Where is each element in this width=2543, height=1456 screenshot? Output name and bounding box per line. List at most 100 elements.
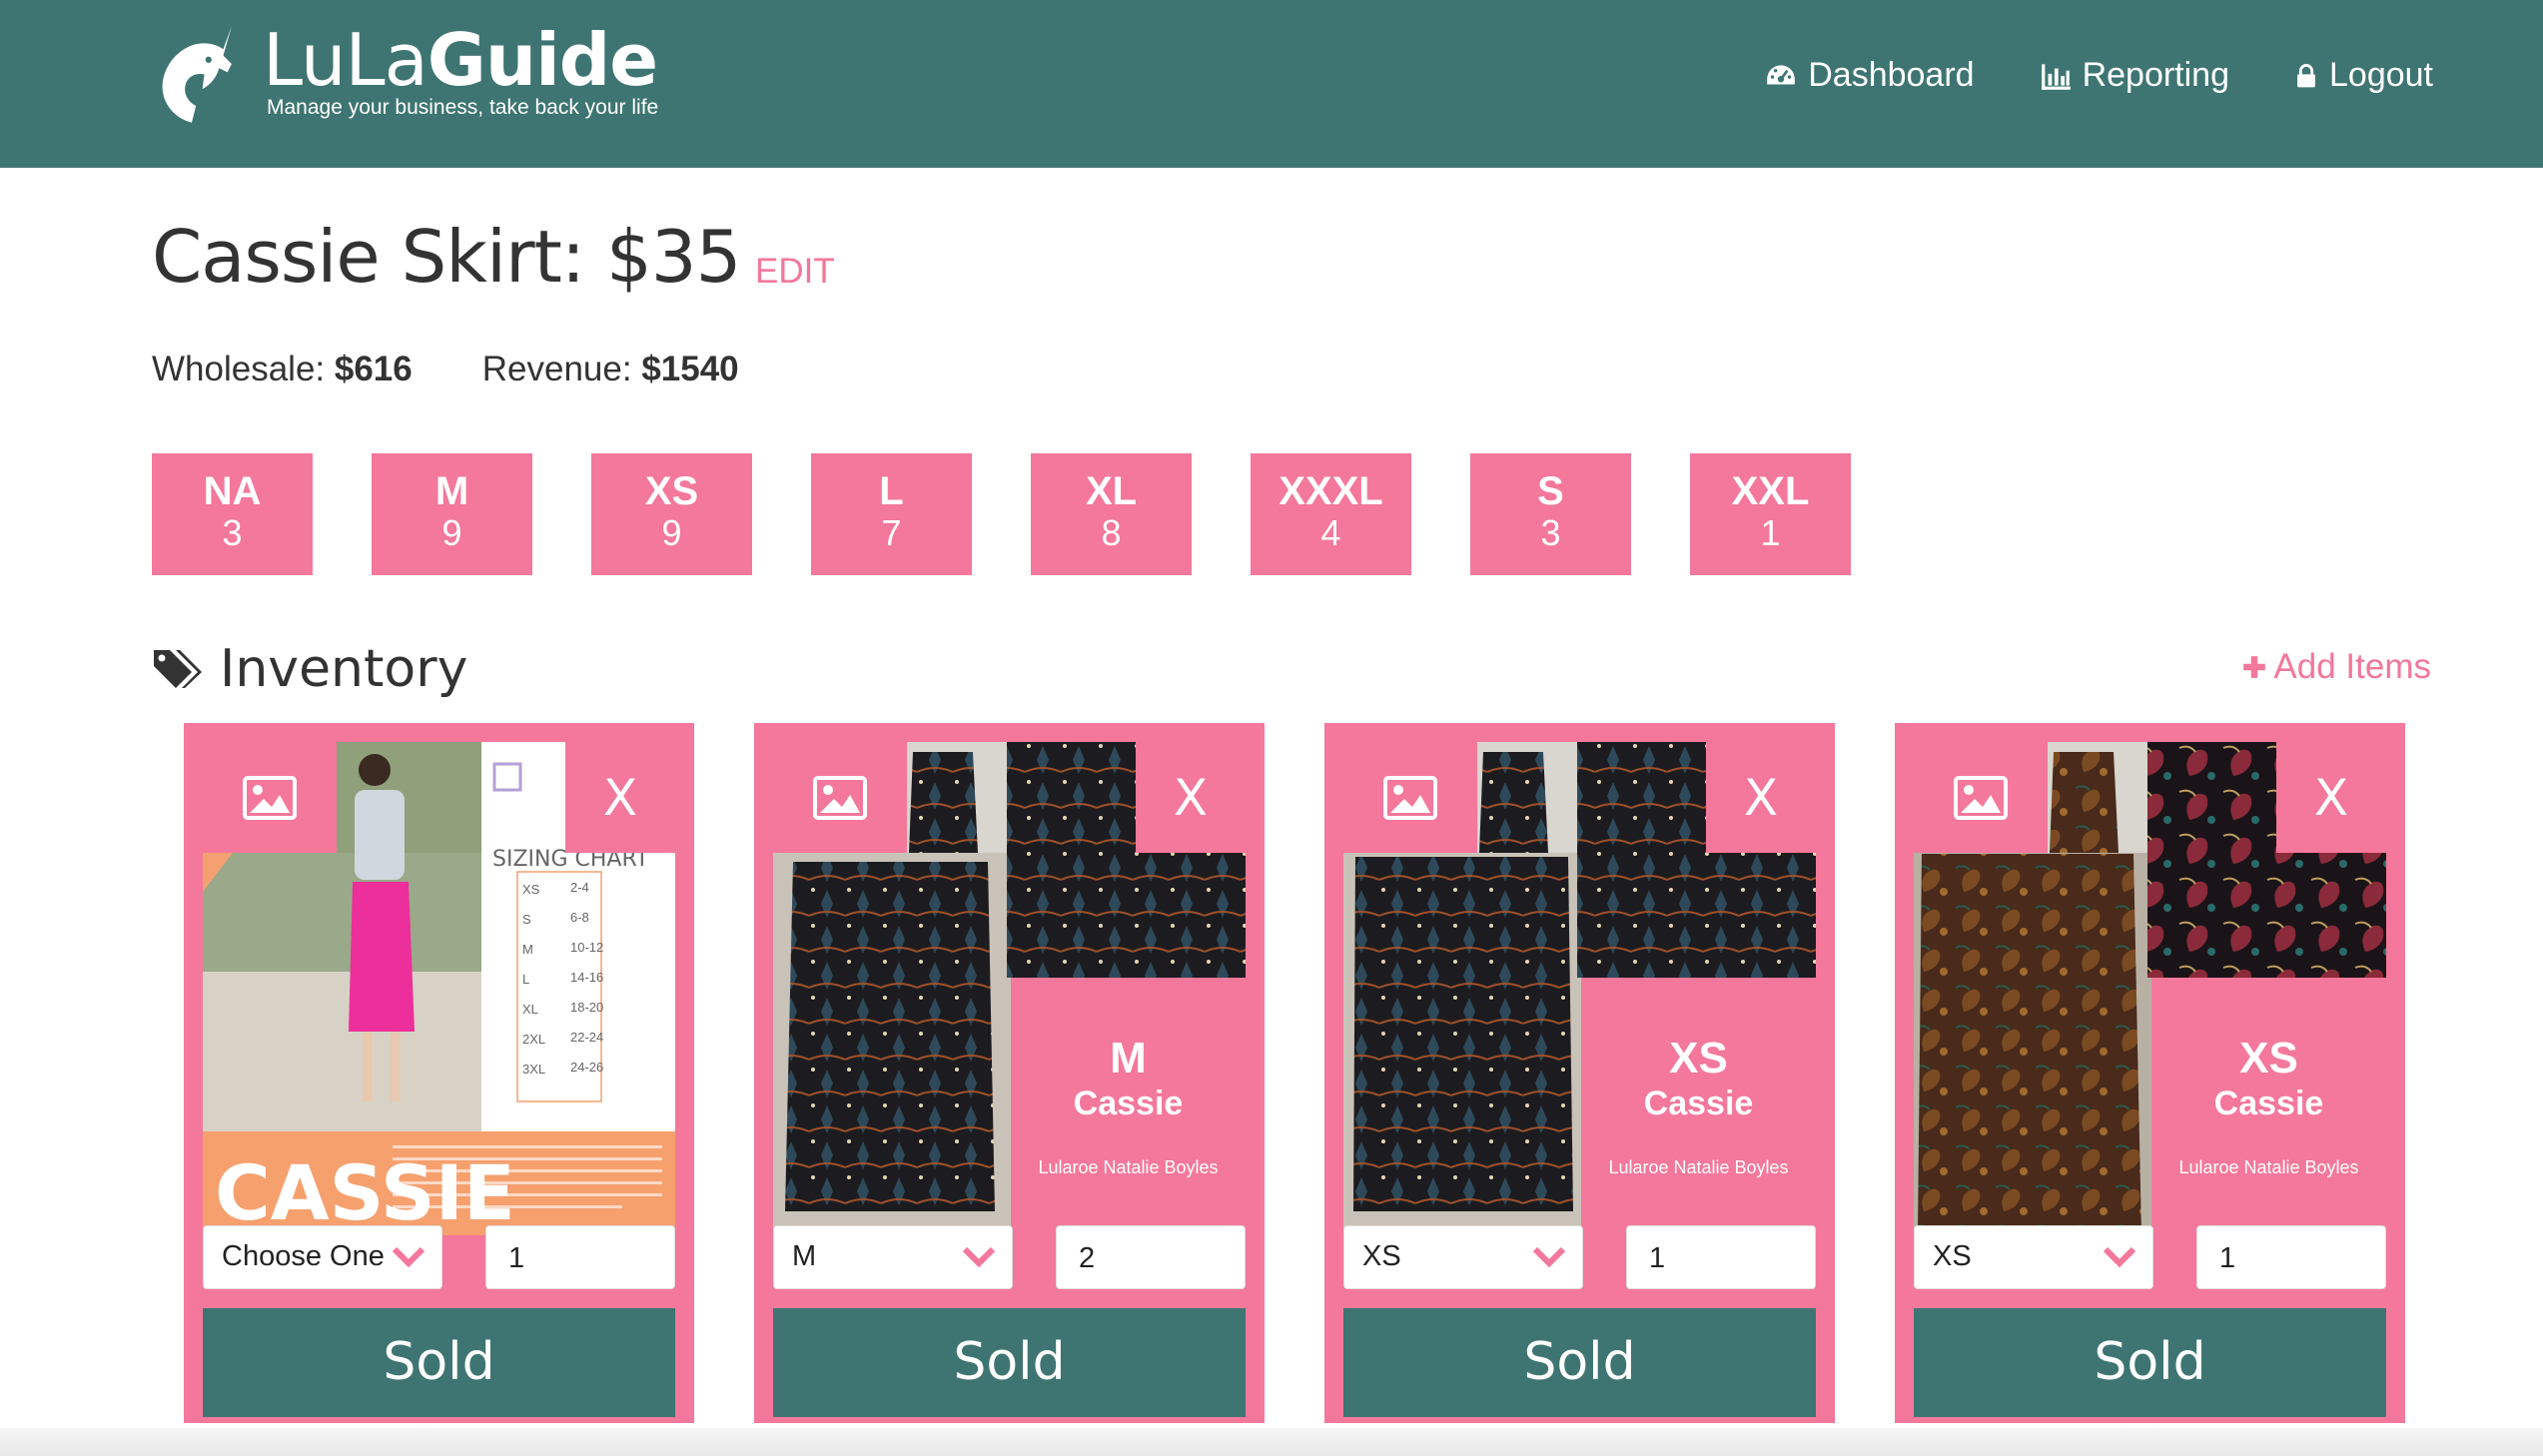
nav-reporting-link[interactable]: Reporting <box>2039 56 2229 95</box>
size-count: 3 <box>222 512 243 553</box>
edit-link[interactable]: EDIT <box>755 252 835 292</box>
page-title: Cassie Skirt: $35 <box>152 215 741 299</box>
inventory-card: CASSIE SIZING CHART XS 2-4 S 6-8 M 10-12 L1… <box>184 723 694 1423</box>
add-items-link[interactable]: Add Items <box>2241 647 2431 687</box>
revenue-label: Revenue: <box>481 350 632 388</box>
nav-reporting-label: Reporting <box>2082 56 2229 94</box>
bar-chart-icon <box>2041 63 2071 90</box>
size-select[interactable]: M <box>773 1225 1013 1289</box>
size-count: 9 <box>441 512 462 553</box>
size-select-value: M <box>792 1240 817 1272</box>
quantity-input[interactable]: 2 <box>1056 1225 1246 1289</box>
item-photo: X M Cassie Lularoe Natalie Boyles <box>773 742 1246 1235</box>
upload-photo-button[interactable] <box>773 742 907 853</box>
quantity-input[interactable]: 1 <box>485 1225 675 1289</box>
size-label: L <box>879 469 904 513</box>
size-select[interactable]: XS <box>1343 1225 1583 1289</box>
size-tile-l[interactable]: L7 <box>811 453 972 575</box>
item-size: XS <box>1669 1034 1728 1083</box>
remove-item-button[interactable]: X <box>2276 742 2386 853</box>
chevron-down-icon <box>1532 1246 1566 1268</box>
chart-size: XL <box>522 1002 538 1017</box>
inventory-card-list: CASSIE SIZING CHART XS 2-4 S 6-8 M 10-12 L1… <box>184 723 2405 1423</box>
size-tile-xs[interactable]: XS 9 <box>591 453 752 575</box>
size-select-value: XS <box>1362 1240 1401 1272</box>
item-name: Cassie <box>1073 1085 1184 1122</box>
tags-icon <box>154 650 202 688</box>
item-controls: XS 1 <box>1914 1225 2386 1289</box>
size-label: NA <box>203 469 262 513</box>
lock-icon <box>2297 63 2315 87</box>
add-items-label: Add Items <box>2273 647 2431 686</box>
item-controls: XS 1 <box>1343 1225 1816 1289</box>
plus-icon <box>2243 656 2266 678</box>
image-icon <box>243 775 297 820</box>
size-count: 3 <box>1540 512 1561 553</box>
size-select[interactable]: Choose One <box>203 1225 442 1289</box>
chevron-down-icon <box>2103 1246 2136 1268</box>
brand-logo[interactable]: LuLaGuide Manage your business, take bac… <box>150 22 658 132</box>
chart-range: 24-26 <box>570 1060 603 1075</box>
size-tile-na[interactable]: NA 3 <box>152 453 313 575</box>
item-label: M Cassie Lularoe Natalie Boyles <box>1011 990 1246 1235</box>
nav-logout-label: Logout <box>2329 56 2433 94</box>
item-label: XS Cassie Lularoe Natalie Boyles <box>2151 990 2386 1235</box>
size-label: XXL <box>1731 469 1810 513</box>
item-photo: X XS Cassie Lularoe Natalie Boyles <box>1914 742 2386 1235</box>
inventory-card: X XS Cassie Lularoe Natalie Boyles XS 1 … <box>1895 723 2405 1423</box>
revenue-value: $1540 <box>641 350 739 388</box>
nav-logout-link[interactable]: Logout <box>2293 56 2433 95</box>
logo-tagline: Manage your business, take back your lif… <box>267 96 659 119</box>
main-nav: Dashboard Reporting Logout <box>1764 56 2433 95</box>
size-label: XL <box>1085 469 1138 513</box>
nav-dashboard-label: Dashboard <box>1808 56 1975 94</box>
size-count: 9 <box>661 512 682 553</box>
upload-photo-button[interactable] <box>1343 742 1477 853</box>
size-tile-xxl[interactable]: XXL 1 <box>1690 453 1851 575</box>
size-label: XXXL <box>1278 469 1383 513</box>
inventory-heading: Inventory <box>152 639 467 699</box>
quantity-input[interactable]: 1 <box>1626 1225 1816 1289</box>
chart-range: 2-4 <box>570 880 589 895</box>
item-name: Cassie <box>1643 1085 1754 1122</box>
image-icon <box>813 775 867 820</box>
size-count: 4 <box>1320 512 1341 553</box>
quantity-input[interactable]: 1 <box>2196 1225 2386 1289</box>
image-icon <box>1383 775 1437 820</box>
remove-item-button[interactable]: X <box>1136 742 1246 853</box>
size-tile-xl[interactable]: XL 8 <box>1031 453 1192 575</box>
size-count: 7 <box>881 512 902 553</box>
remove-item-button[interactable]: X <box>565 742 675 853</box>
promo-word: CASSIE <box>215 1148 515 1235</box>
dashboard-icon <box>1767 64 1796 84</box>
size-count: 8 <box>1101 512 1122 553</box>
inventory-title: Inventory <box>220 639 468 699</box>
size-tile-xxxl[interactable]: XXXL 4 <box>1251 453 1411 575</box>
item-seller: Lularoe Natalie Boyles <box>1608 1157 1789 1177</box>
sold-button[interactable]: Sold <box>203 1308 675 1417</box>
wholesale-label: Wholesale: <box>152 350 326 388</box>
chart-range: 22-24 <box>570 1030 603 1045</box>
upload-photo-button[interactable] <box>1914 742 2048 853</box>
item-seller: Lularoe Natalie Boyles <box>1038 1157 1219 1177</box>
item-photo: X XS Cassie Lularoe Natalie Boyles <box>1343 742 1816 1235</box>
size-select[interactable]: XS <box>1914 1225 2153 1289</box>
size-label: XS <box>644 469 699 513</box>
chart-range: 10-12 <box>570 940 603 955</box>
size-filter-list: NA 3 M9 XS 9 L7 XL 8 XXXL 4 S3 XXL 1 <box>152 453 1851 575</box>
chart-range: 14-16 <box>570 970 603 985</box>
upload-photo-button[interactable] <box>203 742 337 853</box>
nav-dashboard-link[interactable]: Dashboard <box>1764 56 1975 95</box>
page-bottom-edge <box>0 1428 2543 1456</box>
size-tile-m[interactable]: M9 <box>372 453 532 575</box>
item-seller: Lularoe Natalie Boyles <box>2178 1157 2359 1177</box>
chart-size: XS <box>522 882 540 897</box>
size-count: 1 <box>1760 512 1781 553</box>
sold-button[interactable]: Sold <box>773 1308 1246 1417</box>
size-tile-s[interactable]: S3 <box>1470 453 1631 575</box>
sold-button[interactable]: Sold <box>1914 1308 2386 1417</box>
revenue-stat: Revenue: $1540 <box>482 350 739 389</box>
item-size: M <box>1110 1034 1147 1083</box>
remove-item-button[interactable]: X <box>1706 742 1816 853</box>
sold-button[interactable]: Sold <box>1343 1308 1816 1417</box>
